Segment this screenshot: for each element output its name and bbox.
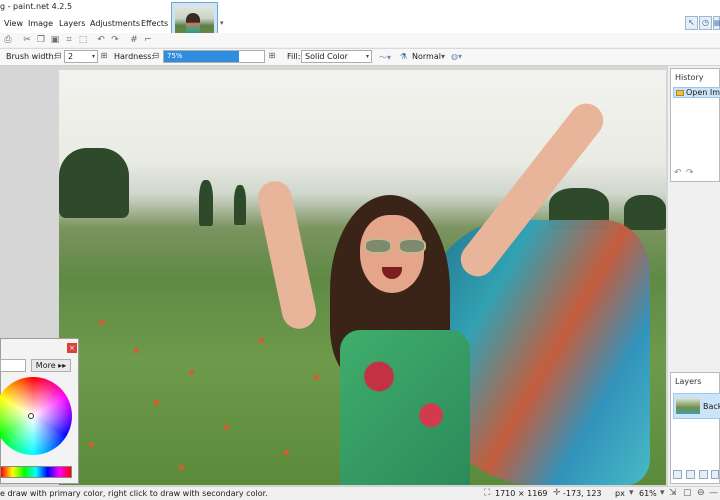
tree-shape (199, 180, 213, 226)
status-hint: e draw with primary color, right click t… (0, 489, 268, 498)
close-icon[interactable]: × (67, 343, 77, 353)
history-title: History (675, 73, 704, 82)
menu-effects[interactable]: Effects (141, 19, 168, 28)
paste-icon[interactable]: ▣ (50, 35, 60, 45)
zoom-to-window-icon[interactable]: ⇲ (669, 488, 677, 498)
sunglasses-left-shape (364, 238, 392, 254)
alpha-mode-icon[interactable]: ◍▾ (451, 52, 462, 61)
history-item-label: Open Image (686, 88, 720, 97)
layers-toggle-icon[interactable]: ▤ (713, 16, 720, 30)
cut-icon[interactable]: ✂ (22, 35, 32, 45)
zoom-slider[interactable]: — (709, 488, 719, 498)
undo-icon[interactable]: ↶ (96, 35, 106, 45)
brush-width-select[interactable]: 2 ▾ (64, 50, 98, 63)
brush-width-increase-button[interactable]: ⊞ (100, 51, 108, 62)
sunglasses-right-shape (398, 238, 426, 254)
tree-shape (624, 195, 666, 230)
cursor-position: -173, 123 (563, 489, 602, 498)
tree-shape (59, 148, 129, 218)
chevron-down-icon: ▾ (365, 53, 369, 60)
image-size-icon: ⛶ (484, 488, 491, 498)
menu-view[interactable]: View (4, 19, 23, 28)
menu-bar: View Image Layers Adjustments Effects (0, 16, 720, 33)
layer-name: Backg (703, 402, 720, 411)
color-wheel-cursor[interactable] (28, 413, 34, 419)
ruler-icon[interactable]: ⌐ (143, 35, 153, 45)
chevron-down-icon: ▾ (91, 53, 95, 60)
history-item[interactable]: Open Image (673, 87, 720, 98)
tree-shape (234, 185, 246, 225)
actual-size-icon[interactable]: ▢ (683, 488, 692, 498)
brush-width-label: Brush width: (6, 52, 57, 61)
layers-title: Layers (675, 377, 702, 386)
units-select[interactable]: px (615, 489, 625, 498)
flower-shape (89, 442, 94, 447)
antialiasing-icon[interactable]: 〜▾ (379, 52, 391, 63)
zoom-chevron-icon[interactable]: ▾ (660, 488, 665, 498)
title-bar: g - paint.net 4.2.5 (0, 0, 720, 16)
add-layer-icon[interactable] (673, 470, 682, 479)
fill-select[interactable]: Solid Color ▾ (301, 50, 372, 63)
menu-image[interactable]: Image (28, 19, 53, 28)
flower-shape (189, 370, 194, 375)
dress-shape (340, 330, 470, 485)
units-chevron-icon[interactable]: ▾ (629, 488, 634, 498)
flower-shape (259, 338, 264, 343)
blend-mode-chevron-icon[interactable]: ▾ (441, 52, 445, 61)
layers-panel: Layers Backg (670, 372, 720, 484)
flower-shape (224, 425, 229, 430)
hue-slider[interactable] (0, 466, 72, 478)
hardness-increase-button[interactable]: ⊞ (268, 51, 276, 62)
menu-adjustments[interactable]: Adjustments (90, 19, 140, 28)
redo-icon[interactable]: ↷ (110, 35, 120, 45)
layer-thumbnail (676, 398, 700, 414)
zoom-level[interactable]: 61% (639, 489, 657, 498)
brush-width-value: 2 (68, 52, 74, 61)
fill-label: Fill: (287, 52, 301, 61)
hardness-decrease-button[interactable]: ⊟ (152, 51, 160, 62)
cursor-position-icon: ✛ (553, 488, 561, 498)
crop-icon[interactable]: ⌗ (64, 35, 74, 45)
main-toolbar (0, 33, 720, 47)
menu-layers[interactable]: Layers (59, 19, 85, 28)
flower-shape (134, 348, 139, 353)
deselect-icon[interactable]: ⬚ (78, 35, 88, 45)
brush-width-decrease-button[interactable]: ⊟ (54, 51, 62, 62)
image-size: 1710 × 1169 (495, 489, 548, 498)
layer-properties-icon[interactable] (711, 470, 719, 479)
flower-shape (99, 320, 104, 325)
tools-toggle-icon[interactable]: ↖ (685, 16, 698, 30)
blend-mode-select[interactable]: Normal (412, 52, 441, 61)
blend-mode-icon: ⚗ (400, 52, 408, 61)
open-folder-icon (676, 90, 684, 96)
delete-layer-icon[interactable] (686, 470, 695, 479)
tab-list-chevron-icon[interactable]: ▾ (220, 19, 224, 27)
history-toggle-icon[interactable]: ◷ (699, 16, 712, 30)
layer-row[interactable]: Backg (673, 393, 720, 419)
more-colors-button[interactable]: More ▸▸ (31, 359, 71, 372)
flower-shape (154, 400, 159, 405)
history-panel: History Open Image (670, 68, 720, 182)
flower-shape (179, 465, 184, 470)
face-shape (360, 215, 424, 293)
flower-shape (284, 450, 289, 455)
flower-shape (314, 375, 319, 380)
hardness-slider[interactable]: 75% (163, 50, 265, 63)
hardness-value: 75% (167, 52, 183, 60)
copy-icon[interactable]: ❐ (36, 35, 46, 45)
duplicate-layer-icon[interactable] (699, 470, 708, 479)
print-icon[interactable]: ⎙ (3, 35, 13, 45)
window-title: g - paint.net 4.2.5 (0, 2, 73, 11)
color-target-select[interactable] (0, 359, 26, 372)
fill-value: Solid Color (305, 52, 348, 61)
history-undo-icon[interactable]: ↶ (674, 168, 682, 178)
grid-icon[interactable]: # (129, 35, 139, 45)
history-redo-icon[interactable]: ↷ (686, 168, 694, 178)
zoom-out-icon[interactable]: ⊖ (697, 488, 705, 498)
hardness-label: Hardness: (114, 52, 155, 61)
